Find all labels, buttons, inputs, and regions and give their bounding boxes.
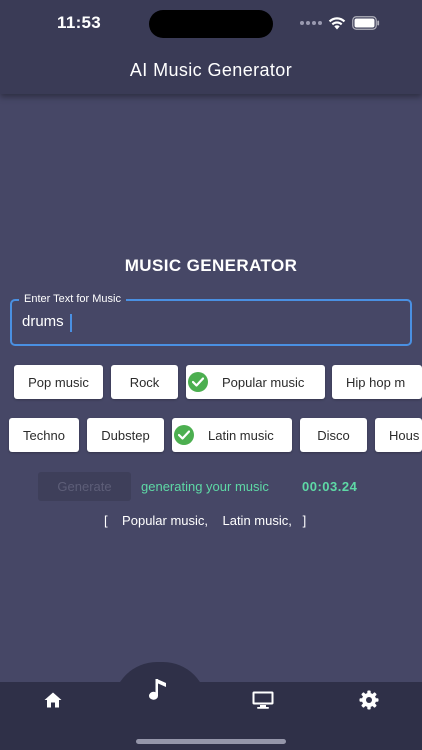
genre-chip-label: Dubstep [101, 427, 150, 443]
app-header: 11:53 AI Music Generator [0, 0, 422, 94]
genre-chip-label: Disco [317, 427, 350, 443]
nav-item-home[interactable] [41, 691, 65, 713]
dynamic-island [149, 10, 273, 38]
nav-item-music[interactable] [145, 678, 171, 708]
generation-timer: 00:03.24 [302, 479, 358, 494]
genre-chip-disco[interactable]: Disco [300, 418, 367, 452]
genre-chip-label: Hip hop m [346, 374, 406, 390]
genre-chip-label: Hous [389, 427, 420, 443]
genre-chip-label: Latin music [208, 427, 274, 443]
page-title: AI Music Generator [129, 60, 293, 80]
genre-chip-label: Techno [23, 427, 65, 443]
genre-chip-label: Popular music [222, 374, 305, 390]
text-caret [70, 314, 72, 332]
gear-icon [359, 690, 379, 715]
genre-chip-label: Rock [129, 374, 160, 390]
music-text-field-label: Enter Text for Music [19, 293, 126, 305]
signal-icon [300, 21, 322, 25]
music-text-input[interactable] [22, 313, 392, 330]
nav-item-settings[interactable] [357, 690, 381, 714]
genre-chip-pop-music[interactable]: Pop music [14, 365, 103, 399]
generate-button[interactable]: Generate [38, 472, 131, 501]
check-icon [188, 372, 208, 392]
music-text-field[interactable]: Enter Text for Music [10, 293, 412, 346]
genre-chip-hip-hop-music[interactable]: Hip hop m [332, 365, 422, 399]
generation-status: generating your music [141, 479, 269, 494]
genre-chip-techno[interactable]: Techno [9, 418, 79, 452]
status-time: 11:53 [57, 13, 102, 32]
nav-item-desktop[interactable] [251, 691, 275, 713]
section-title: MUSIC GENERATOR [124, 256, 298, 275]
genre-chip-label: Pop music [28, 374, 89, 390]
home-indicator [136, 739, 286, 744]
desktop-icon [252, 691, 274, 714]
genre-chip-latin-music[interactable]: Latin music [172, 418, 292, 452]
genre-row-2: Techno Dubstep Latin music Disco Hous [0, 418, 422, 452]
check-icon [174, 425, 194, 445]
battery-icon [352, 16, 380, 30]
genre-row-1: Pop music Rock Popular music Hip hop m [0, 365, 422, 399]
genre-chip-dubstep[interactable]: Dubstep [87, 418, 164, 452]
genre-chip-popular-music[interactable]: Popular music [186, 365, 325, 399]
status-icons [300, 14, 380, 32]
home-icon [44, 692, 62, 713]
genre-chip-rock[interactable]: Rock [111, 365, 178, 399]
selected-genres-list: [ Popular music, Latin music, ] [104, 513, 307, 528]
music-note-icon [148, 678, 168, 709]
wifi-icon [328, 16, 346, 30]
genre-chip-house[interactable]: Hous [375, 418, 422, 452]
